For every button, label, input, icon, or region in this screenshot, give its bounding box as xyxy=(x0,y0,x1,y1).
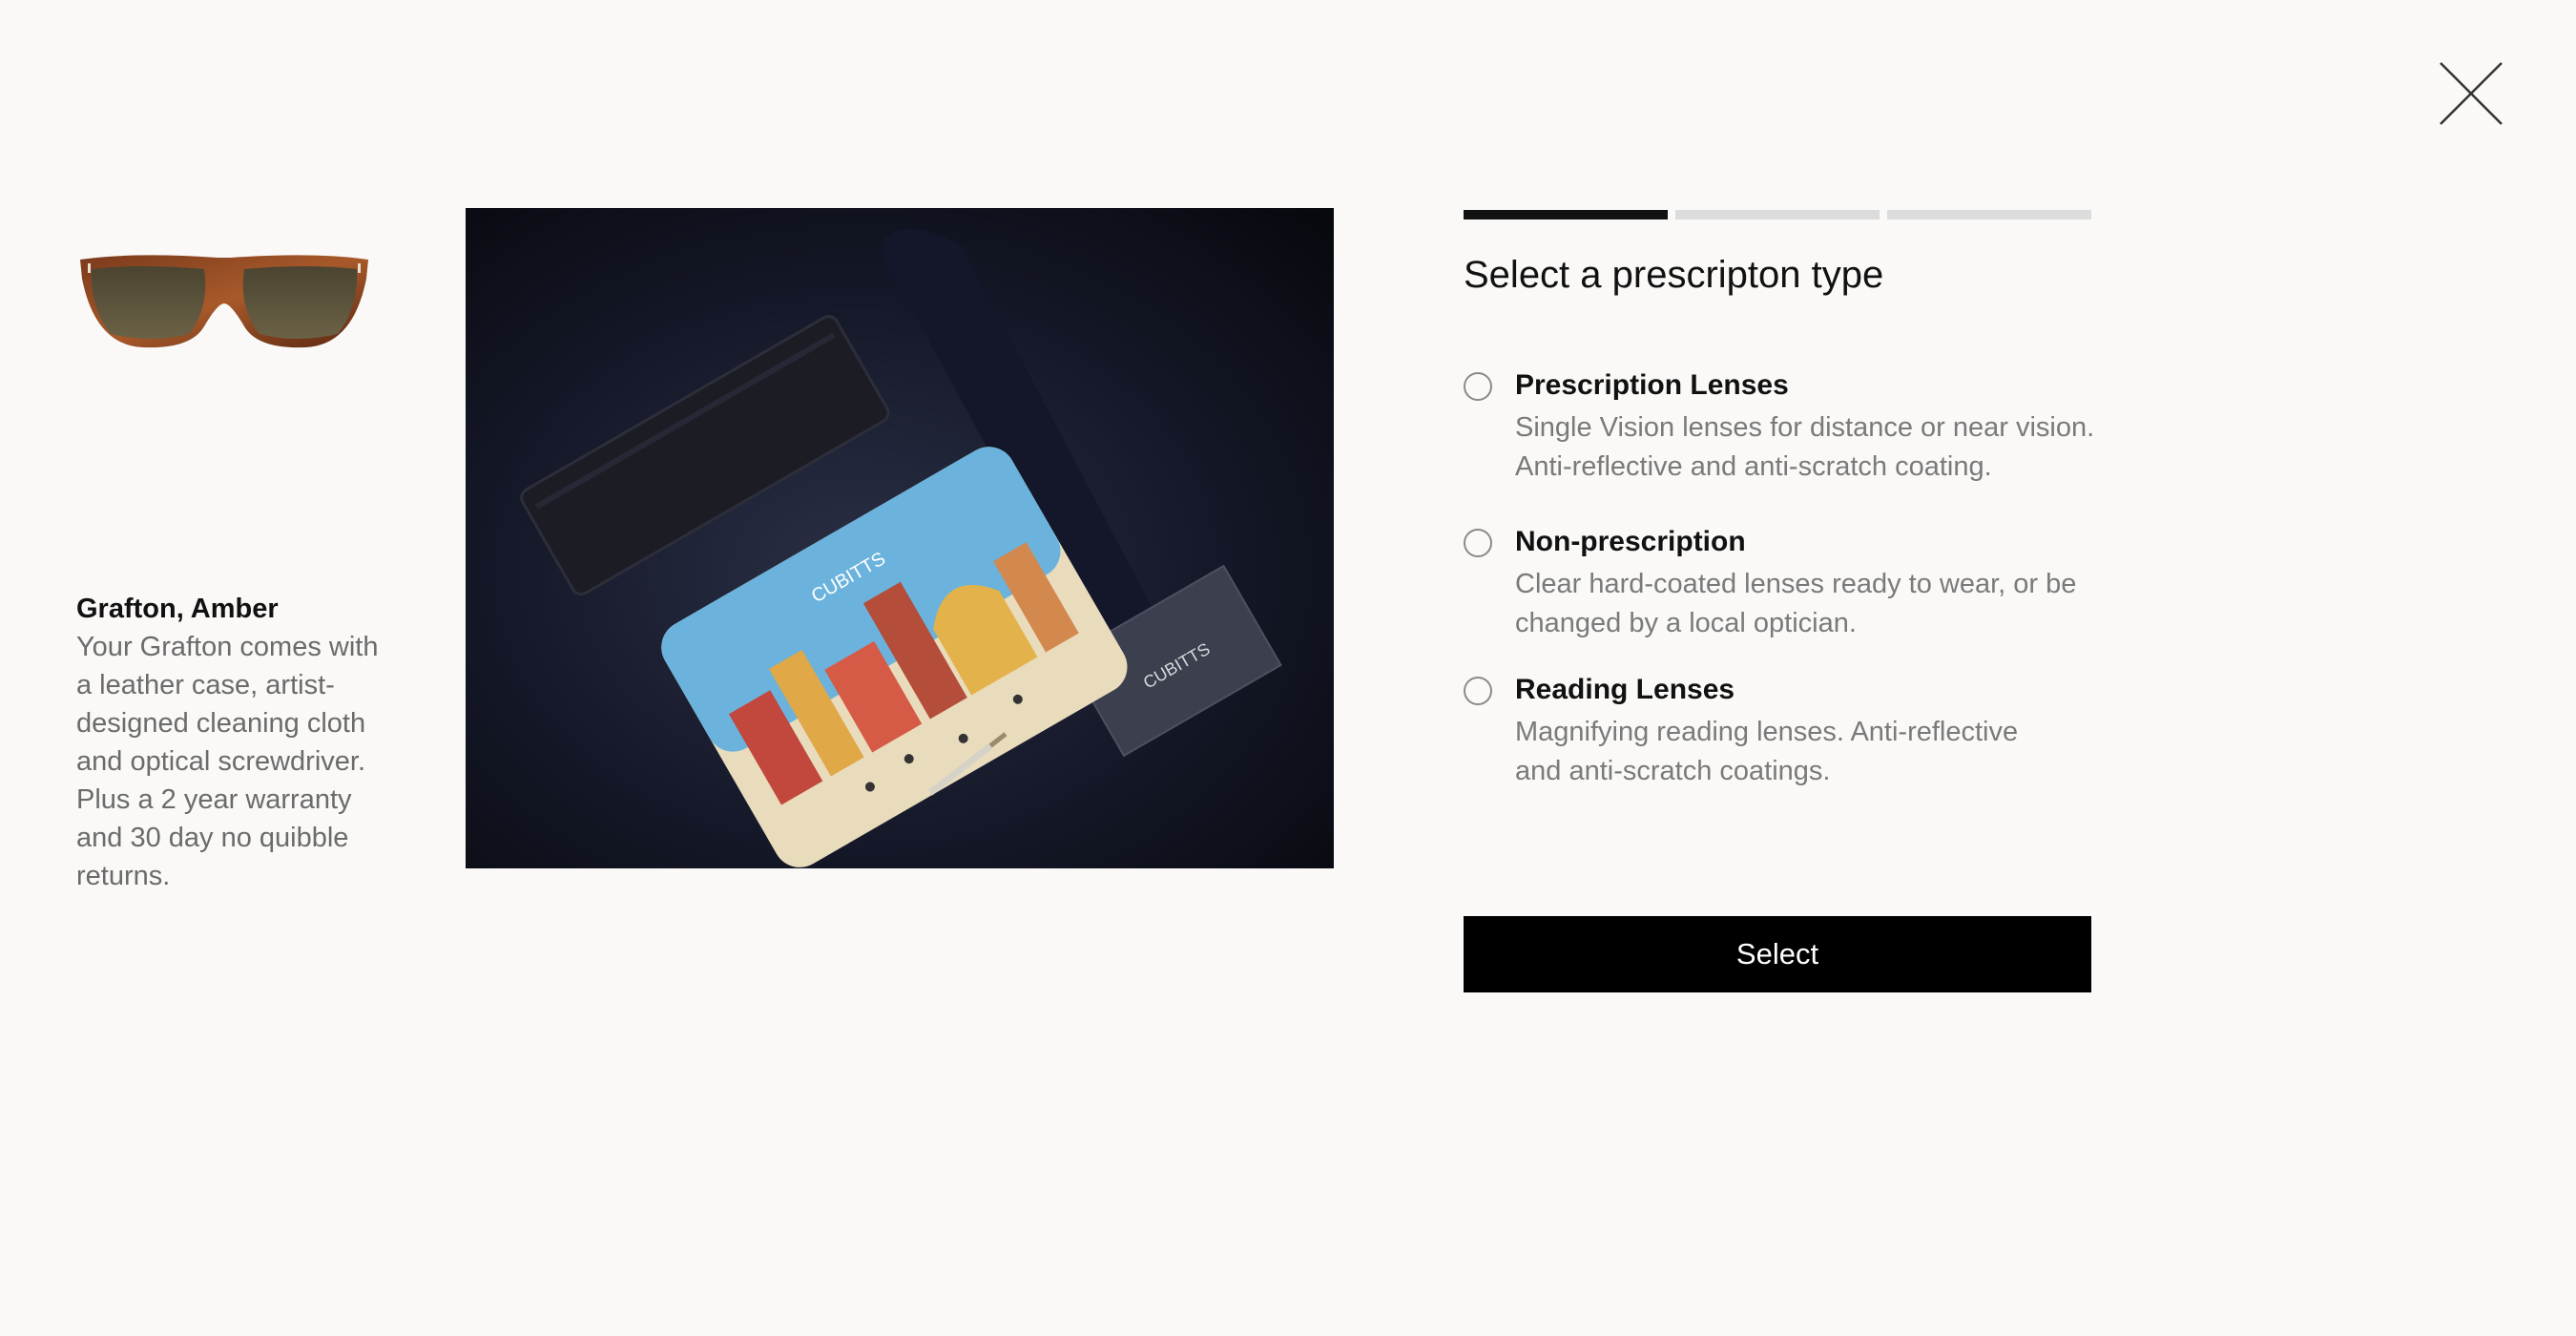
close-icon xyxy=(2440,62,2503,125)
sunglasses-image xyxy=(80,255,368,348)
option-description: Single Vision lenses for distance or nea… xyxy=(1515,408,2107,487)
step-3-bar xyxy=(1887,210,2091,219)
option-description: Magnifying reading lenses. Anti-reflecti… xyxy=(1515,713,2107,791)
product-description: Your Grafton comes with a leather case, … xyxy=(76,632,379,891)
radio-unchecked-icon[interactable] xyxy=(1464,677,1492,705)
select-button[interactable]: Select xyxy=(1464,916,2091,992)
product-thumbnail xyxy=(76,250,372,355)
option-description-line: Clear hard-coated lenses ready to wear, … xyxy=(1515,569,2077,599)
step-2-bar xyxy=(1675,210,1880,219)
option-description-line: changed by a local optician. xyxy=(1515,608,1857,638)
product-name: Grafton, Amber xyxy=(76,594,279,624)
radio-unchecked-icon[interactable] xyxy=(1464,529,1492,557)
step-1-bar xyxy=(1464,210,1668,219)
option-title: Non-prescription xyxy=(1515,526,1746,557)
product-info: Grafton, Amber Your Grafton comes with a… xyxy=(76,590,401,895)
option-title: Reading Lenses xyxy=(1515,674,1735,705)
radio-unchecked-icon[interactable] xyxy=(1464,372,1492,401)
option-description-line: Single Vision lenses for distance or nea… xyxy=(1515,412,2095,443)
product-photo: CUBITTS CUBITTS xyxy=(466,208,1334,868)
step-indicator xyxy=(1464,210,2091,219)
option-title: Prescription Lenses xyxy=(1515,369,1789,401)
option-description-line: Anti-reflective and anti-scratch coating… xyxy=(1515,451,1992,482)
option-description-line: and anti-scratch coatings. xyxy=(1515,756,1831,786)
option-description: Clear hard-coated lenses ready to wear, … xyxy=(1515,565,2107,643)
panel-title: Select a prescripton type xyxy=(1464,254,1884,296)
close-button[interactable] xyxy=(2437,59,2505,128)
option-description-line: Magnifying reading lenses. Anti-reflecti… xyxy=(1515,717,2019,747)
